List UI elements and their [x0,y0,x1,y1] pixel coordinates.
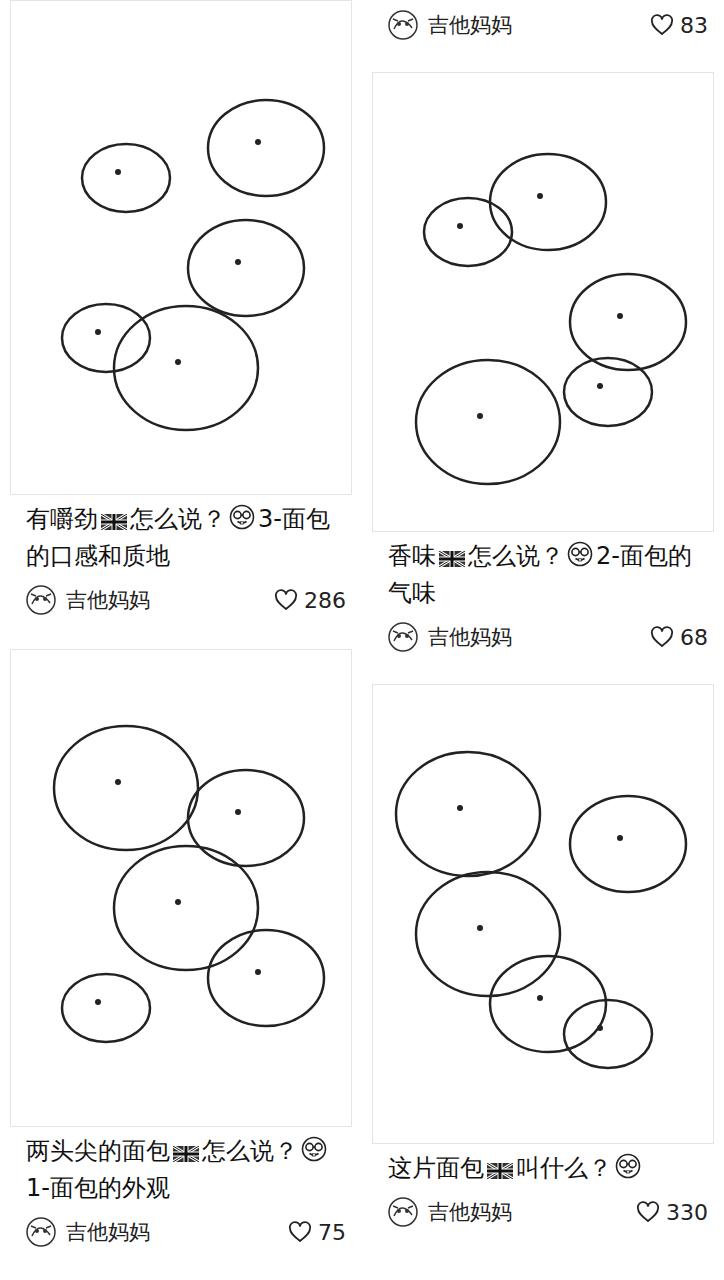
author-name[interactable]: 吉他妈妈 [66,1218,278,1246]
avatar-icon [26,585,56,615]
cover-image[interactable] [372,72,714,532]
nerd-face-icon [229,504,255,530]
uk-flag-icon [101,514,127,530]
author-row[interactable]: 吉他妈妈 330 [372,1187,714,1237]
feed-column: 有嚼劲怎么说？3-面包的口感和质地吉他妈妈286两头尖的面包怎么说？1-面包的外… [10,0,352,1257]
author-row[interactable]: 吉他妈妈 75 [10,1207,352,1257]
title-text: 香味 [388,542,436,570]
avatar-icon [388,1197,418,1227]
title-text: 有嚼劲 [26,505,98,533]
heart-icon [274,589,298,611]
note-card[interactable]: 吉他妈妈 83 [372,0,714,50]
author-name[interactable]: 吉他妈妈 [428,623,640,651]
title-text: 怎么说？ [130,505,226,533]
feed-column: 吉他妈妈83香味怎么说？2-面包的气味吉他妈妈68这片面包叫什么？吉他妈妈330 [372,0,714,1257]
note-card[interactable]: 这片面包 叫什么？ 吉他妈妈 330 [372,684,714,1237]
note-title[interactable]: 有嚼劲怎么说？3-面包的口感和质地 [10,495,352,575]
title-text: 1-面包的外观 [26,1174,170,1202]
like-button[interactable]: 286 [274,588,346,613]
nerd-face-icon [301,1136,327,1162]
like-count: 68 [680,625,708,650]
avatar-icon [26,1217,56,1247]
heart-icon [650,626,674,648]
note-title[interactable]: 香味怎么说？2-面包的气味 [372,532,714,612]
author-row[interactable]: 吉他妈妈 286 [10,575,352,625]
avatar-icon [388,622,418,652]
cover-image[interactable] [372,684,714,1144]
like-count: 330 [666,1200,708,1225]
title-text: 两头尖的面包 [26,1137,170,1165]
author-name[interactable]: 吉他妈妈 [428,11,640,39]
uk-flag-icon [439,551,465,567]
like-button[interactable]: 68 [650,625,708,650]
note-title[interactable]: 两头尖的面包 怎么说？ 1-面包的外观 [10,1127,352,1207]
author-name[interactable]: 吉他妈妈 [428,1198,626,1226]
like-button[interactable]: 75 [288,1220,346,1245]
title-text: 这片面包 [388,1154,484,1182]
heart-icon [636,1201,660,1223]
title-text: 叫什么？ [516,1154,612,1182]
bread-illustration-icon [378,92,708,512]
author-name[interactable]: 吉他妈妈 [66,586,264,614]
title-text: 怎么说？ [202,1137,298,1165]
note-feed: 有嚼劲怎么说？3-面包的口感和质地吉他妈妈286两头尖的面包怎么说？1-面包的外… [0,0,724,1257]
bread-illustration-icon [378,704,708,1124]
avatar-icon [388,10,418,40]
like-button[interactable]: 330 [636,1200,708,1225]
nerd-face-icon [615,1153,641,1179]
heart-icon [650,14,674,36]
uk-flag-icon [173,1146,199,1162]
note-title[interactable]: 这片面包 叫什么？ [372,1144,714,1187]
note-card[interactable]: 两头尖的面包 怎么说？ 1-面包的外观吉他妈妈 75 [10,649,352,1257]
author-row[interactable]: 吉他妈妈 83 [372,0,714,50]
like-count: 75 [318,1220,346,1245]
nerd-face-icon [567,541,593,567]
like-count: 83 [680,13,708,38]
bread-illustration-icon [16,678,346,1098]
note-card[interactable]: 有嚼劲怎么说？3-面包的口感和质地吉他妈妈286 [10,0,352,625]
title-text: 怎么说？ [468,542,564,570]
bread-illustration-icon [16,38,346,458]
like-count: 286 [304,588,346,613]
author-row[interactable]: 吉他妈妈 68 [372,612,714,662]
note-card[interactable]: 香味怎么说？2-面包的气味吉他妈妈68 [372,72,714,662]
cover-image[interactable] [10,649,352,1127]
uk-flag-icon [487,1163,513,1179]
heart-icon [288,1221,312,1243]
cover-image[interactable] [10,0,352,495]
like-button[interactable]: 83 [650,13,708,38]
